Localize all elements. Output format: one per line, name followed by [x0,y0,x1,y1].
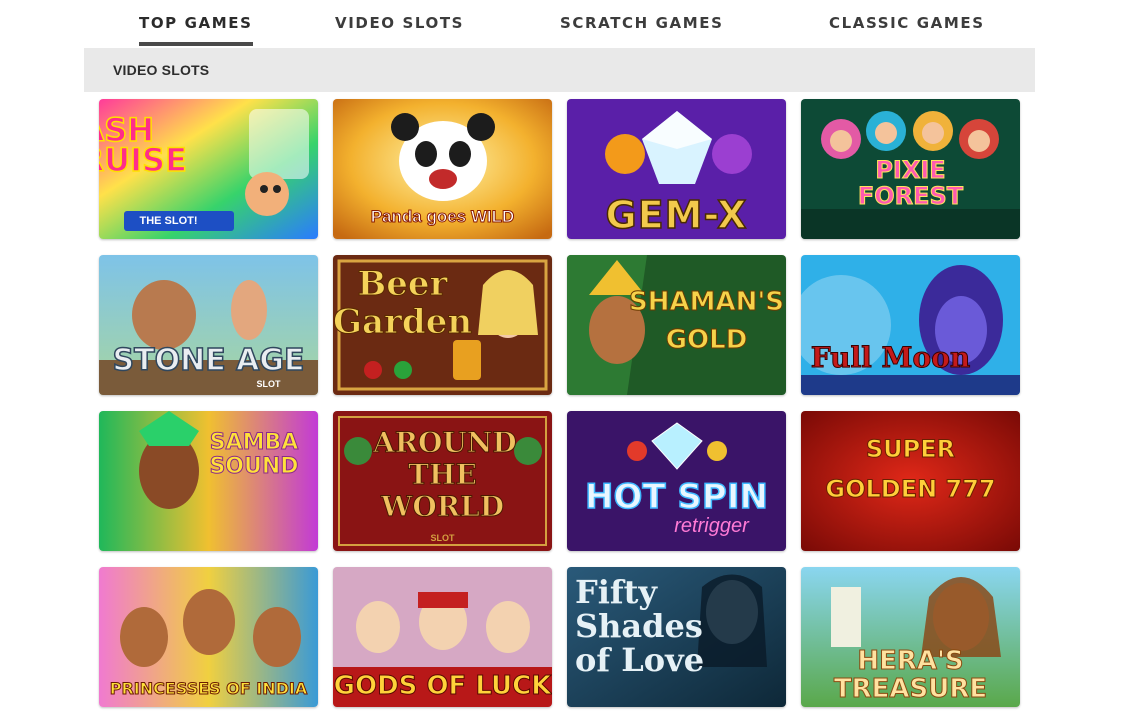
panda-goes-wild-artwork [333,99,552,239]
game-tile-beer-garden[interactable]: Beer Garden [333,255,552,395]
game-tile-shamans-gold[interactable]: SHAMAN'S GOLD [567,255,786,395]
shamans-gold-artwork [567,255,786,395]
around-the-world-artwork [333,411,552,551]
cash-cruise-artwork [99,99,318,239]
game-tile-fifty-shades-of-love[interactable]: Fifty Shades of Love [567,567,786,707]
game-tile-panda-goes-wild[interactable]: Panda goes WILD [333,99,552,239]
full-moon-artwork [801,255,1020,395]
gods-of-luck-artwork [333,567,552,707]
game-tile-gods-of-luck[interactable]: GODS OF LUCK [333,567,552,707]
game-tile-princesses-of-india[interactable]: PRINCESSES OF INDIA [99,567,318,707]
game-tile-gem-x[interactable]: GEM-X [567,99,786,239]
game-tile-super-golden-777[interactable]: SUPER GOLDEN 777 [801,411,1020,551]
game-tile-cash-cruise[interactable]: CASH CRUISE THE SLOT! [99,99,318,239]
samba-sound-artwork [99,411,318,551]
princesses-of-india-artwork [99,567,318,707]
gem-x-artwork [567,99,786,239]
tab-classic-games[interactable]: CLASSIC GAMES [829,14,985,32]
game-tile-full-moon[interactable]: Full Moon [801,255,1020,395]
game-tile-pixie-forest[interactable]: PIXIE FOREST [801,99,1020,239]
beer-garden-artwork [333,255,552,395]
stone-age-artwork [99,255,318,395]
game-tile-around-the-world[interactable]: AROUND THE WORLD SLOT [333,411,552,551]
section-title: VIDEO SLOTS [113,62,210,78]
game-tile-heras-treasure[interactable]: HERA'S TREASURE [801,567,1020,707]
tab-video-slots[interactable]: VIDEO SLOTS [335,14,464,32]
super-golden-777-artwork [801,411,1020,551]
section-header: VIDEO SLOTS [84,48,1035,92]
tab-top-games[interactable]: TOP GAMES [139,14,253,46]
hot-spin-artwork [567,411,786,551]
pixie-forest-artwork [801,99,1020,239]
game-tile-samba-sound[interactable]: SAMBA SOUND [99,411,318,551]
game-tile-hot-spin[interactable]: HOT SPIN retrigger [567,411,786,551]
heras-treasure-artwork [801,567,1020,707]
fifty-shades-of-love-artwork [567,567,786,707]
tab-scratch-games[interactable]: SCRATCH GAMES [560,14,724,32]
game-tile-stone-age[interactable]: STONE AGE SLOT [99,255,318,395]
game-category-tabs: TOP GAMES VIDEO SLOTS SCRATCH GAMES CLAS… [84,0,1035,48]
